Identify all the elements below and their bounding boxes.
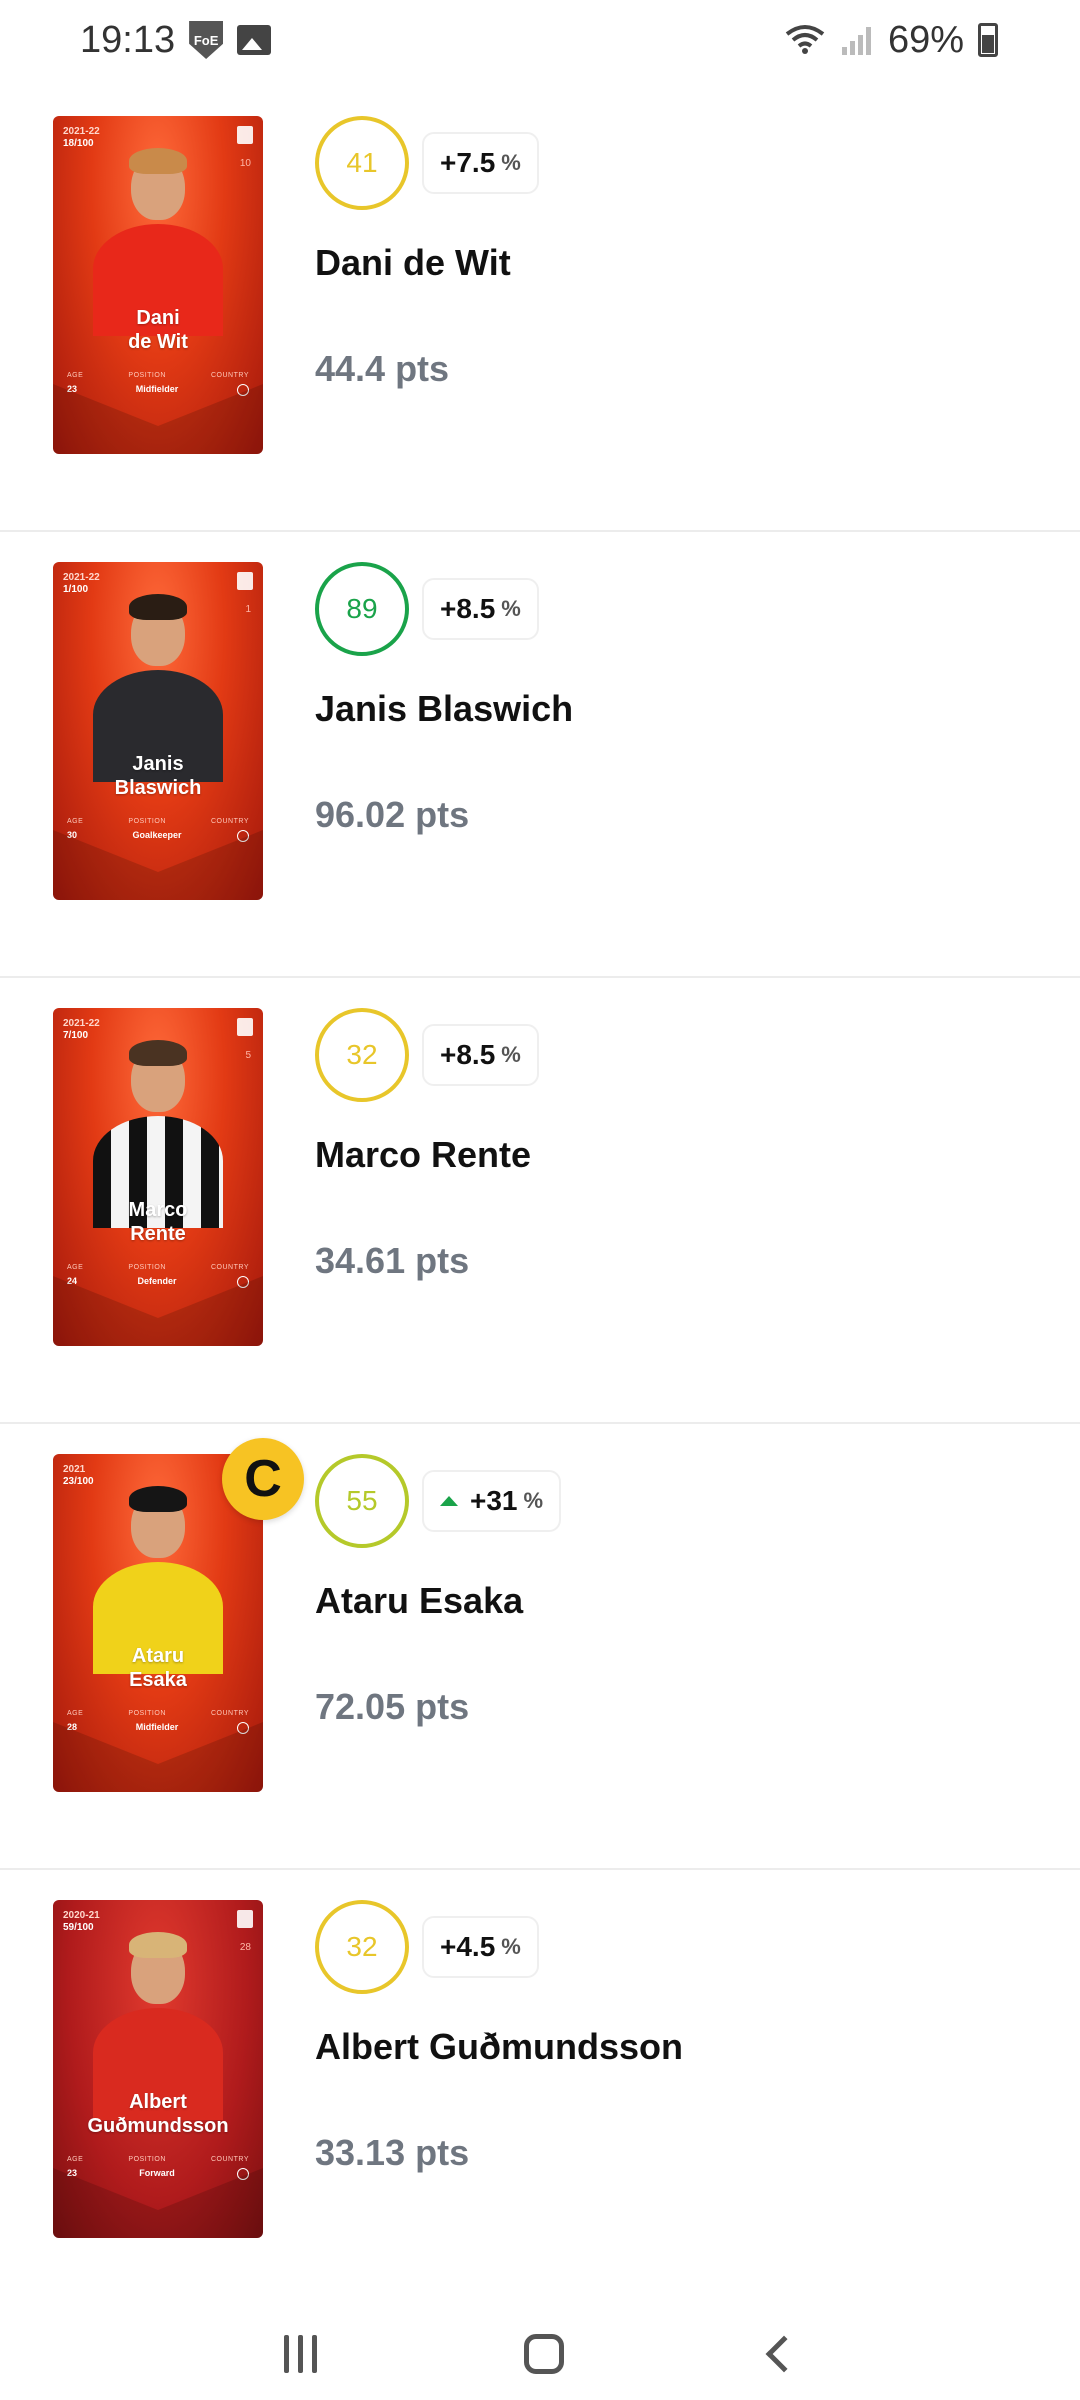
card-meta-values: 24 Defender	[53, 1276, 263, 1288]
player-points: 33.13 pts	[315, 2132, 470, 2173]
card-meta-values: 30 Goalkeeper	[53, 830, 263, 842]
card-serial: 7/100	[63, 1030, 89, 1041]
card-serial: 1/100	[63, 584, 89, 595]
home-icon[interactable]	[523, 2334, 564, 2374]
player-points: 96.02 pts	[315, 794, 470, 835]
score-delta-badge: +8.5 %	[422, 578, 539, 640]
card-player-name: Dani de Wit	[128, 307, 188, 353]
player-row[interactable]: 2021-22 1/100 1 Janis Blaswich AGE POSITIO…	[0, 532, 1080, 978]
status-bar-right: 69%	[784, 19, 998, 62]
player-card[interactable]: 2020-21 59/100 28 Albert Guðmundsson AGE P…	[53, 1900, 263, 2238]
card-serial: 23/100	[63, 1476, 94, 1487]
captain-badge: C	[222, 1438, 304, 1520]
player-row[interactable]: 2021 23/100 10 AtaruEsaka AGEPOSITIONCOU…	[0, 1424, 1080, 1870]
card-meta-labels: AGE POSITION COUNTRY	[67, 818, 249, 825]
battery-percent: 69%	[887, 18, 964, 61]
player-score: 41	[315, 116, 409, 210]
percent-icon: %	[523, 1488, 544, 1513]
player-points: 34.61 pts	[315, 1240, 470, 1281]
trend-up-icon	[440, 1496, 458, 1506]
navigation-bar	[0, 2308, 1080, 2400]
card-player-name: Janis Blaswich	[114, 753, 202, 799]
gallery-icon	[237, 25, 272, 55]
player-card[interactable]: 2021-22 18/100 10 Dani de Wit AGE POSITION…	[53, 116, 263, 454]
status-bar-left: 19:13 FoE	[80, 18, 272, 62]
card-player-name: Albert Guðmundsson	[87, 2091, 229, 2137]
battery-icon	[978, 23, 998, 57]
percent-icon: %	[501, 1934, 521, 1959]
back-icon[interactable]	[765, 2335, 802, 2373]
player-name: Dani de Wit	[315, 242, 511, 283]
clock: 19:13	[80, 18, 176, 61]
card-meta-values: 23 Forward	[53, 2168, 263, 2180]
percent-icon: %	[501, 150, 521, 175]
player-points: 72.05 pts	[315, 1686, 470, 1727]
score-delta-badge: +31 %	[422, 1470, 562, 1532]
player-points: 44.4 pts	[315, 348, 450, 389]
club-crest-icon	[237, 1910, 253, 1928]
card-shirt-number: 28	[239, 1942, 251, 1953]
card-season: 2021	[63, 1464, 86, 1475]
percent-icon: %	[501, 596, 521, 621]
player-score: 32	[315, 1008, 409, 1102]
score-delta-badge: +4.5 %	[422, 1916, 539, 1978]
recent-apps-icon[interactable]	[283, 2335, 317, 2373]
card-shirt-number: 10	[239, 158, 251, 169]
score-delta-badge: +8.5 %	[422, 1024, 539, 1086]
signal-icon	[840, 25, 874, 55]
club-crest-icon	[237, 572, 253, 590]
shield-icon: FoE	[189, 21, 224, 59]
club-crest-icon	[237, 126, 253, 144]
app-root: 19:13 FoE 69% 2021-22 18/100 10 Dani de …	[0, 0, 1080, 2400]
card-player-name: Marco Rente	[128, 1199, 188, 1245]
player-name: Ataru Esaka	[315, 1580, 524, 1621]
player-score: 32	[315, 1900, 409, 1994]
card-player-name: Ataru Esaka	[129, 1645, 187, 1691]
player-name: Janis Blaswich	[315, 688, 574, 729]
card-serial: 18/100	[63, 138, 94, 149]
club-crest-icon	[237, 1018, 253, 1036]
player-row[interactable]: 2020-21 59/100 28 Albert Guðmundsson AGE P…	[0, 1870, 1080, 2316]
card-serial: 59/100	[63, 1922, 94, 1933]
player-row[interactable]: 2021-22 18/100 10 Dani de Wit AGE POSITION…	[0, 86, 1080, 532]
player-row[interactable]: 2021-22 7/100 5 Marco Rente AGE POSITION CO…	[0, 978, 1080, 1424]
card-meta-values: 23 Midfielder	[53, 384, 263, 396]
player-card[interactable]: 2021-22 7/100 5 Marco Rente AGE POSITION CO…	[53, 1008, 263, 1346]
score-delta-badge: +7.5 %	[422, 132, 539, 194]
card-meta-values: 28 Midfielder	[53, 1722, 263, 1734]
player-list: 2021-22 18/100 10 Dani de Wit AGE POSITION…	[0, 86, 1080, 2316]
card-meta-labels: AGE POSITION COUNTRY	[67, 1264, 249, 1271]
card-shirt-number: 1	[245, 604, 251, 615]
percent-icon: %	[501, 1042, 521, 1067]
player-name: Marco Rente	[315, 1134, 532, 1175]
player-score: 89	[315, 562, 409, 656]
card-meta-labels: AGE POSITION COUNTRY	[67, 1710, 249, 1717]
card-meta-labels: AGE POSITION COUNTRY	[67, 2156, 249, 2163]
card-shirt-number: 5	[245, 1050, 251, 1061]
status-bar: 19:13 FoE 69%	[0, 0, 1080, 80]
player-card[interactable]: 2021-22 1/100 1 Janis Blaswich AGE POSITIO…	[53, 562, 263, 900]
wifi-icon	[785, 25, 825, 54]
player-name: Albert Guðmundsson	[315, 2026, 683, 2067]
player-score: 55	[315, 1454, 409, 1548]
card-meta-labels: AGE POSITION COUNTRY	[67, 372, 249, 379]
